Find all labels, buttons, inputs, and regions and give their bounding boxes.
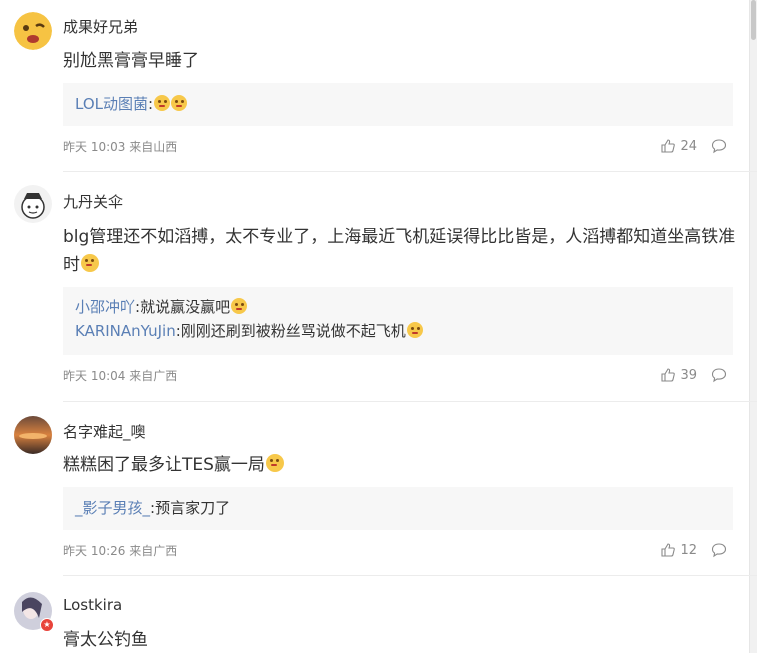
verified-badge-icon: ★ [40, 618, 54, 632]
reply: KARINAnYuJin:刚刚还刷到被粉丝骂说做不起飞机 [75, 319, 721, 343]
avatar[interactable] [14, 12, 52, 50]
reply-box: _影子男孩_:预言家刀了 [63, 487, 733, 530]
reply-text: :预言家刀了 [150, 499, 231, 517]
comment-icon[interactable] [711, 367, 727, 383]
username[interactable]: 成果好兄弟 [63, 16, 138, 37]
username[interactable]: 九丹关伞 [63, 191, 123, 212]
comment-text: 膏太公钓鱼 [63, 630, 148, 650]
avatar[interactable]: ★ [14, 592, 54, 632]
cat-emoji-icon [406, 322, 423, 338]
scrollbar[interactable] [749, 0, 757, 653]
comment-text: 糕糕困了最多让TES赢一局 [63, 451, 738, 479]
divider [63, 575, 757, 576]
reply-text: :就说赢没赢吧 [135, 298, 231, 316]
cat-emoji-icon [231, 298, 248, 314]
reply-username[interactable]: 小邵冲吖 [75, 298, 135, 316]
reply-username[interactable]: LOL动图菌 [75, 95, 148, 113]
reply: LOL动图菌: [75, 92, 721, 116]
reply-box: LOL动图菌: [63, 83, 733, 126]
like-button[interactable]: 12 [660, 542, 697, 558]
thumbs-up-icon [661, 139, 676, 153]
avatar-cartoon-icon [21, 193, 45, 219]
reply-text: :刚刚还刷到被粉丝骂说做不起飞机 [175, 322, 406, 340]
like-count: 39 [680, 367, 697, 383]
avatar[interactable] [14, 416, 52, 454]
thumbs-up-icon [661, 368, 676, 382]
comment-meta: 昨天 10:03 来自山西 [63, 140, 178, 154]
thumbs-up-icon [661, 543, 676, 557]
comment-meta: 昨天 10:04 来自广西 [63, 369, 178, 383]
username[interactable]: 名字难起_噢 [63, 421, 146, 442]
username[interactable]: Lostkira [63, 596, 122, 614]
scrollbar-thumb[interactable] [751, 0, 756, 40]
comment-actions: 39 [660, 367, 727, 383]
comment-meta: 昨天 10:26 来自广西 [63, 544, 178, 558]
avatar-emoji-icon [14, 12, 52, 50]
like-button[interactable]: 24 [660, 138, 697, 154]
reply-text: : [148, 95, 154, 113]
cat-emoji-icon [171, 95, 188, 111]
divider [63, 401, 757, 402]
reply: 小邵冲吖:就说赢没赢吧 [75, 295, 721, 319]
reply-box: 小邵冲吖:就说赢没赢吧 KARINAnYuJin:刚刚还刷到被粉丝骂说做不起飞机 [63, 287, 733, 355]
comment-icon[interactable] [711, 542, 727, 558]
reply-username[interactable]: _影子男孩_ [75, 499, 150, 517]
comment-text: 别尬黑膏膏早睡了 [63, 51, 199, 71]
reply-username[interactable]: KARINAnYuJin [75, 322, 176, 340]
like-button[interactable]: 39 [660, 367, 697, 383]
comment-icon[interactable] [711, 138, 727, 154]
like-count: 12 [680, 542, 697, 558]
avatar[interactable] [14, 185, 52, 223]
comment-text: blg管理还不如滔搏，太不专业了，上海最近飞机延误得比比皆是，人滔搏都知道坐高铁… [63, 227, 736, 275]
yum-emoji-icon [81, 254, 99, 272]
divider [63, 171, 757, 172]
comment-actions: 24 [660, 138, 727, 154]
cat-emoji-icon [265, 454, 284, 472]
comment-actions: 12 [660, 542, 727, 558]
reply: _影子男孩_:预言家刀了 [75, 496, 721, 520]
like-count: 24 [680, 138, 697, 154]
cat-emoji-icon [154, 95, 171, 111]
avatar-sunset-icon [14, 416, 52, 454]
